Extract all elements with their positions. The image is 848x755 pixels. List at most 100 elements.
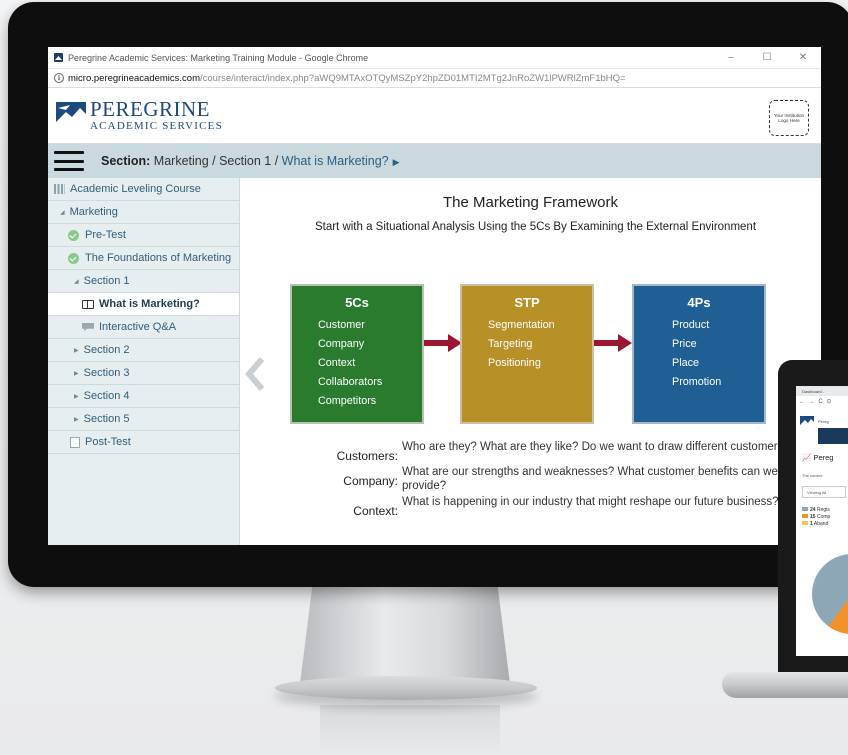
sidebar-item-interactive-qa[interactable]: Interactive Q&A <box>48 316 239 339</box>
sidebar-item-label: Section 2 <box>83 344 130 356</box>
url-domain: micro.peregrineacademics.com <box>68 72 200 84</box>
framework-box-4ps: 4Ps Product Price Place Promotion <box>632 284 766 424</box>
legend-label: Regis <box>816 507 830 513</box>
breadcrumb-label: Section: <box>101 154 151 168</box>
box-item: Positioning <box>488 357 541 369</box>
breadcrumb-next-icon[interactable]: ▶ <box>393 157 400 167</box>
sidebar-item-label: Pre-Test <box>85 229 126 241</box>
arrow-right-icon <box>594 334 632 352</box>
section-breadcrumb-bar: Section: Marketing / Section 1 / What is… <box>48 144 821 178</box>
course-sidebar: Academic Leveling Course ◢ Marketing Pre… <box>48 178 240 545</box>
definitions-list: Customers: Who are they? What are they l… <box>330 440 801 520</box>
sidebar-item-label: Academic Leveling Course <box>70 183 201 195</box>
maximize-button[interactable]: ☐ <box>749 47 785 68</box>
close-button[interactable]: ✕ <box>785 47 821 68</box>
legend-item: 15 Comp <box>802 514 830 521</box>
app-header: PEREGRINE ACADEMIC SERVICES Your Institu… <box>48 88 821 144</box>
slide-title: The Marketing Framework <box>442 194 619 211</box>
peregrine-logo-icon <box>56 101 86 130</box>
collapsed-icon: ▶ <box>74 416 79 423</box>
browser-title-bar: Peregrine Academic Services: Marketing T… <box>48 47 821 69</box>
box-item: Segmentation <box>488 319 555 331</box>
definition-row: Customers: Who are they? What are they l… <box>330 440 801 463</box>
collapsed-icon: ▶ <box>74 370 79 377</box>
library-icon <box>54 184 65 194</box>
framework-box-stp: STP Segmentation Targeting Positioning <box>460 284 594 424</box>
legend-count: 15 <box>810 514 816 520</box>
legend-count: 1 <box>810 521 813 527</box>
previous-slide-icon[interactable] <box>245 356 265 392</box>
sidebar-item-section-4[interactable]: ▶ Section 4 <box>48 385 239 408</box>
box-item: Competitors <box>318 395 377 407</box>
box-item: Product <box>672 319 710 331</box>
box-item: Promotion <box>672 376 722 388</box>
box-item: Targeting <box>488 338 533 350</box>
sidebar-item-section-1[interactable]: ◢ Section 1 <box>48 270 239 293</box>
box-item: Context <box>318 357 356 369</box>
laptop-base <box>722 672 848 698</box>
menu-icon[interactable] <box>54 151 84 171</box>
box-item: Place <box>672 357 700 369</box>
sidebar-item-label: Section 3 <box>83 367 130 379</box>
sidebar-item-section-2[interactable]: ▶ Section 2 <box>48 339 239 362</box>
chat-icon <box>82 322 94 332</box>
sidebar-item-pre-test[interactable]: Pre-Test <box>48 224 239 247</box>
sidebar-item-section-3[interactable]: ▶ Section 3 <box>48 362 239 385</box>
check-icon <box>68 229 79 241</box>
laptop-browser-tab: Dashboard - <box>796 386 848 396</box>
check-icon <box>68 252 79 264</box>
legend-count: 24 <box>810 507 816 513</box>
breadcrumb-path[interactable]: Marketing / Section 1 / <box>154 154 278 168</box>
logo[interactable]: PEREGRINE ACADEMIC SERVICES <box>90 99 223 132</box>
sidebar-item-what-is-marketing[interactable]: What is Marketing? <box>48 293 239 316</box>
slide-subtitle: Start with a Situational Analysis Using … <box>314 221 757 233</box>
info-icon[interactable]: i <box>54 73 64 83</box>
laptop-legend: 24 Regis 15 Comp 1 Aband <box>802 507 830 528</box>
logo-sub-text: ACADEMIC SERVICES <box>90 120 223 132</box>
definition-row: Company: What are our strengths and weak… <box>330 465 801 493</box>
box-heading: 5Cs <box>345 295 369 310</box>
box-item: Collaborators <box>318 376 383 388</box>
box-heading: STP <box>514 295 540 310</box>
monitor-base <box>275 676 537 700</box>
laptop-title-text: Pereg <box>813 453 834 462</box>
definition-term: Context: <box>353 504 398 518</box>
monitor-stand <box>300 584 510 684</box>
breadcrumb: Section: Marketing / Section 1 / What is… <box>101 154 400 168</box>
laptop-description: The current <box>802 473 823 478</box>
sidebar-item-label: Marketing <box>69 206 118 218</box>
box-item: Company <box>318 338 365 350</box>
sidebar-item-label: Section 4 <box>83 390 130 402</box>
definition-text: What is happening in our industry that m… <box>402 496 779 508</box>
minimize-button[interactable]: – <box>713 47 749 68</box>
test-icon <box>70 436 80 448</box>
sidebar-item-foundations[interactable]: The Foundations of Marketing <box>48 247 239 270</box>
url-path: /course/interact/index.php?aWQ9MTAxOTQyM… <box>200 72 626 84</box>
institution-logo-placeholder: Your Institution Logo Here <box>769 100 809 136</box>
laptop-browser-nav: ← → C ⊙ <box>799 398 833 405</box>
definition-term: Customers: <box>336 449 398 463</box>
definition-text: Who are they? What are they like? Do we … <box>402 441 790 453</box>
laptop-header-bar <box>818 428 848 444</box>
breadcrumb-current[interactable]: What is Marketing? <box>282 154 389 168</box>
window-title: Peregrine Academic Services: Marketing T… <box>68 52 369 63</box>
sidebar-item-marketing[interactable]: ◢ Marketing <box>48 201 239 224</box>
legend-item: 24 Regis <box>802 507 830 514</box>
content-area: Academic Leveling Course ◢ Marketing Pre… <box>48 178 821 545</box>
collapsed-icon: ▶ <box>74 393 79 400</box>
collapsed-icon: ▶ <box>74 347 79 354</box>
expanded-icon: ◢ <box>74 278 79 285</box>
address-bar[interactable]: i micro.peregrineacademics.com/course/in… <box>48 69 821 88</box>
sidebar-item-label: Section 5 <box>83 413 130 425</box>
box-item: Customer <box>318 319 365 331</box>
legend-label: Aband <box>813 521 829 527</box>
arrow-right-icon <box>424 334 462 352</box>
sidebar-item-post-test[interactable]: Post-Test <box>48 431 239 454</box>
box-item: Price <box>672 338 697 350</box>
window-controls: – ☐ ✕ <box>713 47 821 68</box>
definition-term: Company: <box>343 474 398 488</box>
sidebar-item-course[interactable]: Academic Leveling Course <box>48 178 239 201</box>
sidebar-item-section-5[interactable]: ▶ Section 5 <box>48 408 239 431</box>
slide-content: The Marketing Framework Start with a Sit… <box>240 178 821 545</box>
sidebar-item-label: Section 1 <box>83 275 130 287</box>
